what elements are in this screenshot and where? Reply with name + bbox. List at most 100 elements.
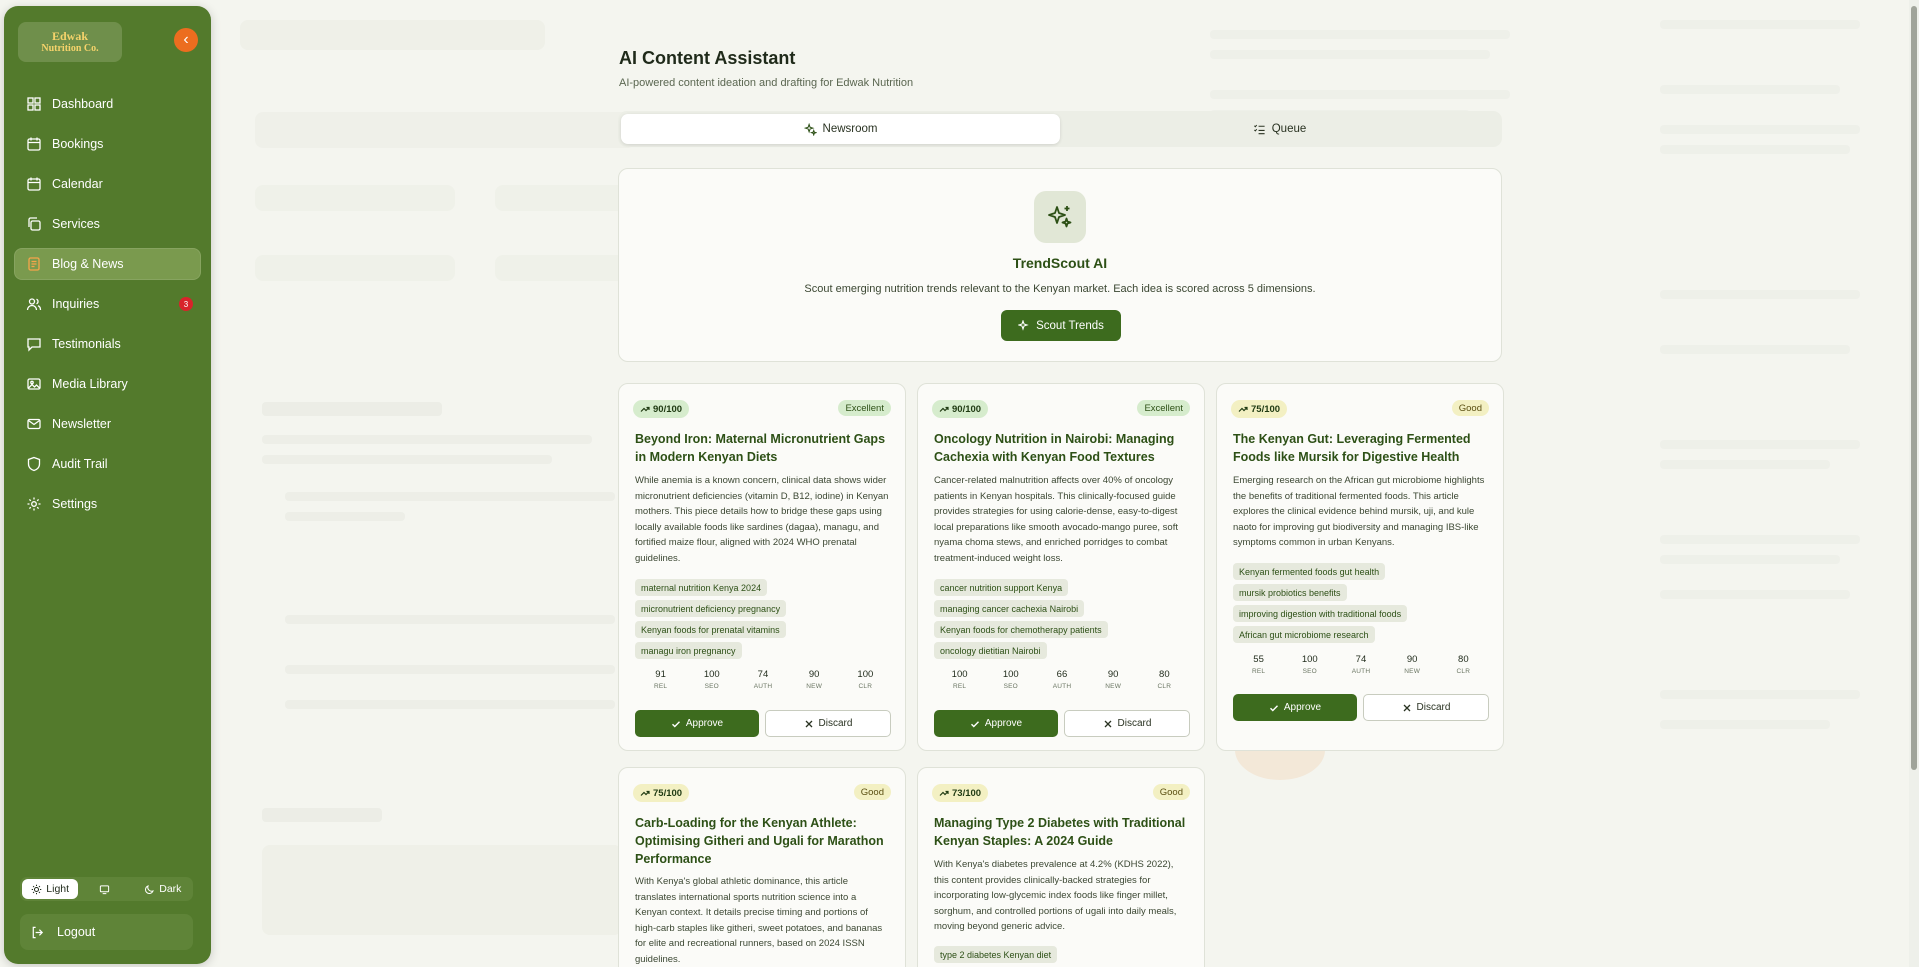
keyword-tag: micronutrient deficiency pregnancy <box>635 600 787 617</box>
sidebar-item-dashboard[interactable]: Dashboard <box>14 88 201 120</box>
sidebar-item-label: Media Library <box>52 377 128 391</box>
metric-clr: 100 CLR <box>857 669 874 690</box>
keyword-tags: maternal nutrition Kenya 2024 micronutri… <box>635 579 891 659</box>
idea-card: 90/100 Excellent Beyond Iron: Maternal M… <box>618 383 906 751</box>
sidebar-item-bookings[interactable]: Bookings <box>14 128 201 160</box>
scrollbar[interactable] <box>1909 0 1919 967</box>
discard-button[interactable]: Discard <box>1363 694 1489 721</box>
approve-button[interactable]: Approve <box>635 710 759 737</box>
trending-up-icon <box>1238 406 1248 412</box>
sidebar-item-newsletter[interactable]: Newsletter <box>14 408 201 440</box>
keyword-tag: African gut microbiome research <box>1233 626 1375 643</box>
trending-up-icon <box>939 790 949 796</box>
image-icon <box>27 378 41 390</box>
score-metrics: 100 REL 100 SEO 66 AUTH 90 NEW 80 CLR <box>934 669 1190 690</box>
logout-button[interactable]: Logout <box>20 914 193 950</box>
trending-up-icon <box>640 790 650 796</box>
approve-button[interactable]: Approve <box>934 710 1058 737</box>
sidebar-item-label: Services <box>52 217 100 231</box>
sidebar-item-label: Audit Trail <box>52 457 108 471</box>
idea-card: 90/100 Excellent Oncology Nutrition in N… <box>917 383 1205 751</box>
trending-up-icon <box>939 406 949 412</box>
discard-button[interactable]: Discard <box>1064 710 1190 737</box>
check-icon <box>1269 704 1278 711</box>
sun-icon <box>31 884 42 894</box>
tab-label: Newsroom <box>822 123 878 135</box>
metric-new: 90 NEW <box>1404 654 1421 675</box>
keyword-tag: cancer nutrition support Kenya <box>934 579 1069 596</box>
rating-badge: Excellent <box>838 400 891 416</box>
sidebar-item-blog-news[interactable]: Blog & News <box>14 248 201 280</box>
inquiries-count-badge: 3 <box>179 297 193 311</box>
check-icon <box>970 720 979 727</box>
metric-auth: 74 AUTH <box>1351 654 1371 675</box>
sidebar-item-inquiries[interactable]: Inquiries 3 <box>14 288 201 320</box>
keyword-tag: Kenyan foods for chemotherapy patients <box>934 621 1108 638</box>
sidebar-item-label: Inquiries <box>52 297 100 311</box>
theme-dark-label: Dark <box>159 883 182 895</box>
theme-light-button[interactable]: Light <box>22 879 79 899</box>
logout-label: Logout <box>57 925 96 939</box>
theme-system-button[interactable] <box>78 879 134 899</box>
idea-card: 73/100 Good Managing Type 2 Diabetes wit… <box>917 767 1205 967</box>
metric-seo: 100 SEO <box>703 669 720 690</box>
score-badge: 90/100 <box>932 400 989 418</box>
keyword-tags: cancer nutrition support Kenya managing … <box>934 579 1190 659</box>
sidebar-item-calendar[interactable]: Calendar <box>14 168 201 200</box>
score-metrics: 91 REL 100 SEO 74 AUTH 90 NEW 100 CLR <box>635 669 891 690</box>
theme-dark-button[interactable]: Dark <box>135 879 191 899</box>
idea-title: Beyond Iron: Maternal Micronutrient Gaps… <box>635 432 886 464</box>
metric-auth: 74 AUTH <box>753 669 773 690</box>
keyword-tag: Kenyan foods for prenatal vitamins <box>635 621 786 638</box>
chevron-left-icon: ‹ <box>183 31 189 48</box>
scout-trends-label: Scout Trends <box>1036 319 1104 332</box>
sparkles-icon <box>803 122 817 136</box>
scrollbar-thumb[interactable] <box>1911 6 1917 770</box>
card-actions: Approve Discard <box>1233 694 1489 721</box>
keyword-tag: improving digestion with traditional foo… <box>1233 605 1408 622</box>
sidebar-item-settings[interactable]: Settings <box>14 488 201 520</box>
idea-description: Emerging research on the African gut mic… <box>1233 475 1485 548</box>
sidebar-item-label: Newsletter <box>52 417 112 431</box>
collapse-sidebar-button[interactable]: ‹ <box>174 28 198 52</box>
metric-seo: 100 SEO <box>1301 654 1318 675</box>
score-metrics: 55 REL 100 SEO 74 AUTH 90 NEW 80 CLR <box>1233 654 1489 675</box>
sidebar-item-label: Dashboard <box>52 97 114 111</box>
sidebar-item-audit-trail[interactable]: Audit Trail <box>14 448 201 480</box>
logout-icon <box>32 926 44 938</box>
sidebar-item-media-library[interactable]: Media Library <box>14 368 201 400</box>
metric-new: 90 NEW <box>806 669 823 690</box>
users-icon <box>26 298 42 311</box>
sidebar-item-label: Settings <box>52 497 98 511</box>
sidebar-item-services[interactable]: Services <box>14 208 201 240</box>
discard-button[interactable]: Discard <box>765 710 891 737</box>
mail-icon <box>27 418 41 430</box>
theme-light-label: Light <box>46 883 70 895</box>
metric-clr: 80 CLR <box>1456 654 1471 675</box>
calendar-icon <box>27 137 41 151</box>
idea-card: 75/100 Good Carb-Loading for the Kenyan … <box>618 767 906 967</box>
tab-queue[interactable]: Queue <box>1060 114 1499 144</box>
document-icon <box>28 257 40 271</box>
metric-rel: 100 REL <box>951 669 968 690</box>
tab-newsroom[interactable]: Newsroom <box>621 114 1060 144</box>
score-badge: 90/100 <box>633 400 690 418</box>
idea-description: With Kenya's diabetes prevalence at 4.2%… <box>934 859 1177 932</box>
logo-line2: Nutrition Co. <box>41 43 99 54</box>
keyword-tags: Kenyan fermented foods gut health mursik… <box>1233 563 1489 643</box>
calendar-icon <box>27 177 41 191</box>
check-icon <box>671 720 680 727</box>
gear-icon <box>27 497 41 511</box>
sidebar-item-label: Calendar <box>52 177 103 191</box>
sidebar-item-testimonials[interactable]: Testimonials <box>14 328 201 360</box>
metric-new: 90 NEW <box>1105 669 1122 690</box>
monitor-icon <box>99 884 110 894</box>
keyword-tag: mursik probiotics benefits <box>1233 584 1347 601</box>
brand-logo[interactable]: Edwak Nutrition Co. <box>18 22 122 62</box>
close-icon <box>1104 720 1112 727</box>
scout-trends-button[interactable]: Scout Trends <box>1001 310 1121 341</box>
tab-label: Queue <box>1271 123 1307 135</box>
approve-button[interactable]: Approve <box>1233 694 1357 721</box>
close-icon <box>805 720 813 727</box>
idea-card: 75/100 Good The Kenyan Gut: Leveraging F… <box>1216 383 1504 751</box>
